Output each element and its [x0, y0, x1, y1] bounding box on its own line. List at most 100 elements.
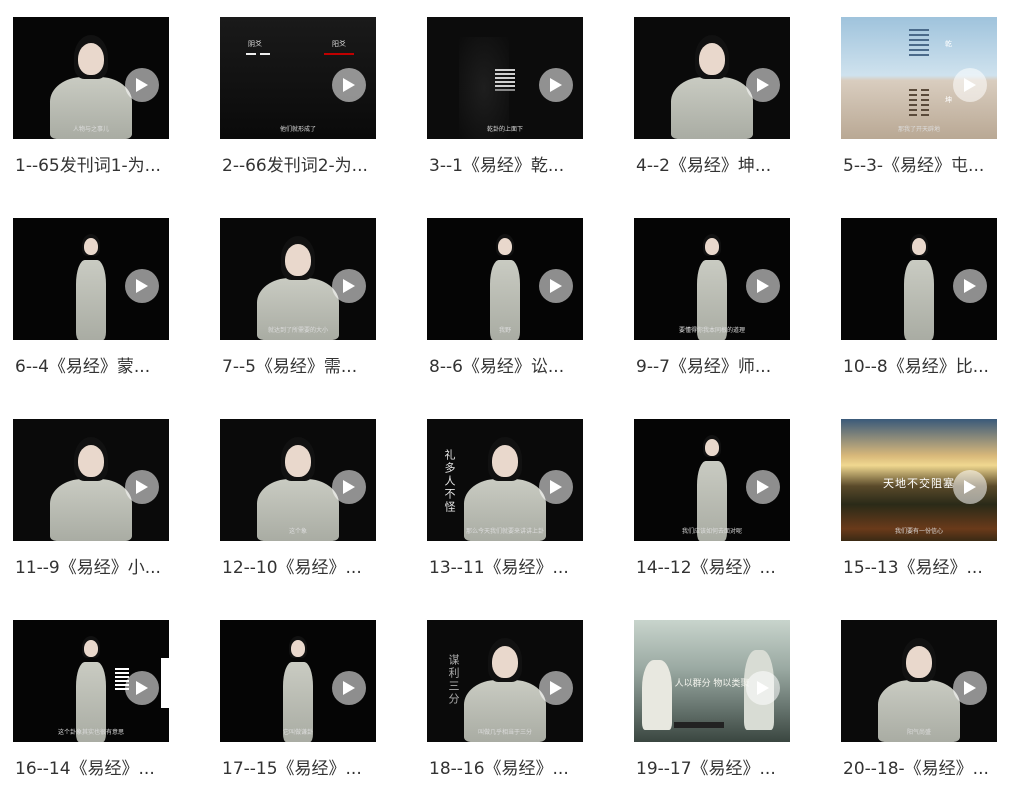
video-grid: 人物与之事儿 1--65发刊词1-为... 阴爻 阳爻 他们就形成了 2--66发刊…	[0, 0, 1016, 803]
play-icon[interactable]	[953, 470, 987, 505]
video-card[interactable]: 这个象 12--10《易经》...	[207, 402, 397, 582]
video-thumbnail[interactable]: 礼多人不怪那么今天我们就要来讲讲上卦	[427, 419, 583, 541]
video-card[interactable]: 礼多人不怪那么今天我们就要来讲讲上卦 13--11《易经》...	[414, 402, 604, 582]
play-icon[interactable]	[953, 68, 987, 103]
video-thumbnail[interactable]: 谋利三分叫做几乎相当于三分	[427, 620, 583, 742]
video-title[interactable]: 4--2《易经》坤...	[636, 151, 796, 176]
video-thumbnail[interactable]: 阴爻 阳爻 他们就形成了	[220, 17, 376, 139]
video-title[interactable]: 5--3-《易经》屯...	[843, 151, 1003, 176]
play-icon[interactable]	[125, 470, 159, 505]
video-thumbnail[interactable]: 就达到了所需要的大小	[220, 218, 376, 340]
video-subtitle: 我们要有一份信心	[894, 528, 943, 535]
video-title[interactable]: 9--7《易经》师...	[636, 352, 796, 377]
play-icon[interactable]	[746, 671, 780, 706]
video-thumbnail[interactable]: 乾 坤那我了开天辟地	[841, 17, 997, 139]
video-card[interactable]: 人以群分 物以类聚 19--17《易经》...	[621, 603, 811, 783]
video-thumbnail[interactable]: 人以群分 物以类聚	[634, 620, 790, 742]
video-card[interactable]: 我野 8--6《易经》讼...	[414, 201, 604, 381]
video-subtitle: 人物与之事儿	[72, 126, 109, 133]
video-title[interactable]: 10--8《易经》比...	[843, 352, 1003, 377]
video-title[interactable]: 15--13《易经》...	[843, 553, 1003, 578]
video-thumbnail[interactable]: 乾卦的上面下	[427, 17, 583, 139]
video-thumbnail[interactable]	[841, 218, 997, 340]
play-icon[interactable]	[746, 68, 780, 103]
video-thumbnail[interactable]: 这个卦象其实也很有意思	[13, 620, 169, 742]
video-title[interactable]: 3--1《易经》乾...	[429, 151, 589, 176]
play-icon[interactable]	[125, 68, 159, 103]
overlay-calligraphy: 谋利三分	[447, 654, 460, 706]
overlay-label-yang: 阳爻	[332, 40, 346, 48]
play-icon[interactable]	[953, 269, 987, 304]
video-title[interactable]: 19--17《易经》...	[636, 754, 796, 779]
play-icon[interactable]	[332, 68, 366, 103]
video-title[interactable]: 14--12《易经》...	[636, 553, 796, 578]
video-card[interactable]: 乾 坤那我了开天辟地 5--3-《易经》屯...	[828, 0, 1016, 180]
video-title[interactable]: 16--14《易经》...	[15, 754, 175, 779]
play-icon[interactable]	[539, 671, 573, 706]
video-card[interactable]: 阳气尚盛 20--18-《易经》...	[828, 603, 1016, 783]
video-title[interactable]: 20--18-《易经》...	[843, 754, 1003, 779]
video-thumbnail[interactable]: 阳气尚盛	[841, 620, 997, 742]
video-card[interactable]: 10--8《易经》比...	[828, 201, 1016, 381]
play-icon[interactable]	[746, 470, 780, 505]
video-card[interactable]: 谋利三分叫做几乎相当于三分 18--16《易经》...	[414, 603, 604, 783]
video-title[interactable]: 1--65发刊词1-为...	[15, 151, 175, 176]
play-icon[interactable]	[746, 269, 780, 304]
video-subtitle: 我野	[498, 327, 511, 334]
video-thumbnail[interactable]	[13, 419, 169, 541]
video-card[interactable]: 4--2《易经》坤...	[621, 0, 811, 180]
video-title[interactable]: 2--66发刊词2-为...	[222, 151, 382, 176]
video-subtitle: 就达到了所需要的大小	[267, 327, 328, 334]
video-subtitle: 那我了开天辟地	[897, 126, 940, 133]
video-card[interactable]: 天地不交阻塞 我们要有一份信心 15--13《易经》...	[828, 402, 1016, 582]
video-card[interactable]: 6--4《易经》蒙...	[0, 201, 190, 381]
video-thumbnail[interactable]	[13, 218, 169, 340]
play-icon[interactable]	[332, 671, 366, 706]
video-title[interactable]: 7--5《易经》需...	[222, 352, 382, 377]
play-icon[interactable]	[953, 671, 987, 706]
overlay-label-yin: 阴爻	[248, 40, 262, 48]
video-thumbnail[interactable]	[634, 17, 790, 139]
video-subtitle: 阳气尚盛	[906, 729, 931, 736]
video-subtitle: 乾卦的上面下	[486, 126, 523, 133]
video-card[interactable]: 要懂得你我本同根的道理 9--7《易经》师...	[621, 201, 811, 381]
video-card[interactable]: 就达到了所需要的大小 7--5《易经》需...	[207, 201, 397, 381]
video-subtitle: 叫做几乎相当于三分	[477, 729, 532, 736]
video-title[interactable]: 11--9《易经》小...	[15, 553, 175, 578]
play-icon[interactable]	[125, 269, 159, 304]
video-card[interactable]: 这个卦象其实也很有意思 16--14《易经》...	[0, 603, 190, 783]
video-title[interactable]: 13--11《易经》...	[429, 553, 589, 578]
video-subtitle: 这个象	[288, 528, 307, 535]
video-title[interactable]: 6--4《易经》蒙...	[15, 352, 175, 377]
video-subtitle: 那么今天我们就要来讲讲上卦	[465, 528, 544, 535]
video-card[interactable]: 阴爻 阳爻 他们就形成了 2--66发刊词2-为...	[207, 0, 397, 180]
video-thumbnail[interactable]: 我野	[427, 218, 583, 340]
video-subtitle: 他们就形成了	[279, 126, 316, 133]
video-subtitle: 这个卦象其实也很有意思	[57, 729, 124, 736]
video-thumbnail[interactable]: 这个象	[220, 419, 376, 541]
play-icon[interactable]	[539, 470, 573, 505]
video-thumbnail[interactable]: 要懂得你我本同根的道理	[634, 218, 790, 340]
video-title[interactable]: 12--10《易经》...	[222, 553, 382, 578]
video-thumbnail[interactable]: 人物与之事儿	[13, 17, 169, 139]
play-icon[interactable]	[539, 269, 573, 304]
video-title[interactable]: 8--6《易经》讼...	[429, 352, 589, 377]
video-thumbnail[interactable]: 我们应该如何去面对呢	[634, 419, 790, 541]
video-thumbnail[interactable]: 它叫做谦卦	[220, 620, 376, 742]
video-card[interactable]: 它叫做谦卦 17--15《易经》...	[207, 603, 397, 783]
overlay-calligraphy: 礼多人不怪	[443, 449, 456, 514]
video-card[interactable]: 人物与之事儿 1--65发刊词1-为...	[0, 0, 190, 180]
video-card[interactable]: 我们应该如何去面对呢 14--12《易经》...	[621, 402, 811, 582]
play-icon[interactable]	[332, 470, 366, 505]
video-subtitle: 我们应该如何去面对呢	[681, 528, 742, 535]
play-icon[interactable]	[539, 68, 573, 103]
video-title[interactable]: 18--16《易经》...	[429, 754, 589, 779]
video-subtitle: 要懂得你我本同根的道理	[678, 327, 745, 334]
video-thumbnail[interactable]: 天地不交阻塞 我们要有一份信心	[841, 419, 997, 541]
video-title[interactable]: 17--15《易经》...	[222, 754, 382, 779]
play-icon[interactable]	[332, 269, 366, 304]
video-card[interactable]: 乾卦的上面下 3--1《易经》乾...	[414, 0, 604, 180]
video-card[interactable]: 11--9《易经》小...	[0, 402, 190, 582]
play-icon[interactable]	[125, 671, 159, 706]
video-subtitle: 它叫做谦卦	[282, 729, 313, 736]
